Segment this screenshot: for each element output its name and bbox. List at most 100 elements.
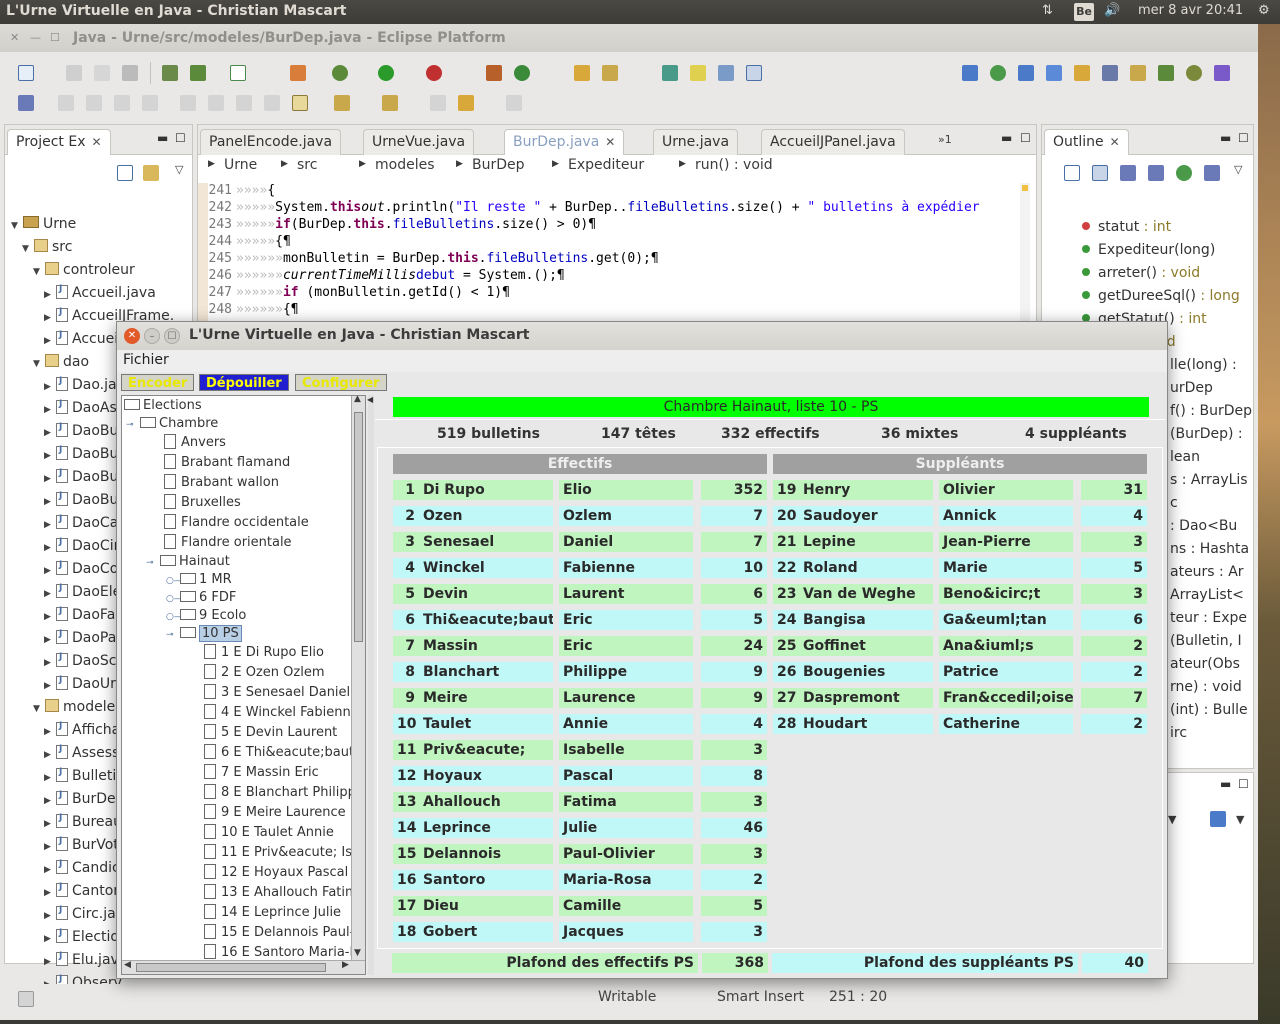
tree-node[interactable]: 4 E Winckel Fabienne [204, 704, 359, 723]
elections-tree[interactable]: Elections ⊸ Chambre Anvers Brabant flamand Br… [121, 395, 366, 975]
tree-item[interactable]: ▶ DaoCo [44, 560, 118, 584]
scroll-down-icon[interactable]: ▼ [354, 948, 361, 958]
breadcrumb-item[interactable]: src [297, 157, 317, 173]
use-step-filters-icon[interactable] [292, 95, 308, 111]
run-icon[interactable] [378, 65, 394, 81]
tree-item[interactable]: ▶ DaoBu [44, 491, 118, 515]
java-perspective-icon[interactable] [1018, 65, 1034, 81]
expand-toggle-icon[interactable]: ○— [166, 594, 183, 604]
tree-node[interactable]: 7 E Massin Eric [204, 764, 319, 783]
tree-node[interactable]: 10 E Taulet Annie [204, 824, 334, 843]
minimize-icon[interactable]: ▬ [1220, 777, 1231, 791]
scroll-right-icon[interactable]: ▶ [342, 960, 349, 970]
expanded-arrow-icon[interactable]: ▼ [33, 359, 45, 369]
team-sync-icon[interactable] [1102, 65, 1118, 81]
external-tools-icon[interactable] [426, 65, 442, 81]
tree-item[interactable]: ▼ dao [33, 354, 89, 377]
tree-item[interactable]: ▶ BurVot [44, 836, 119, 860]
java-browsing-icon[interactable] [1046, 65, 1062, 81]
outline-item[interactable]: irc [1170, 725, 1187, 748]
tree-item[interactable]: ▼ Urne [11, 216, 76, 239]
collapsed-arrow-icon[interactable]: ▶ [44, 405, 56, 415]
terminate-icon[interactable] [114, 95, 130, 111]
tree-node[interactable]: 14 E Leprince Julie [204, 904, 341, 923]
outline-item[interactable]: (int) : Bulle [1170, 702, 1248, 725]
volume-icon[interactable]: 🔊 [1104, 3, 1120, 18]
close-icon[interactable]: ✕ [91, 135, 101, 149]
maximize-icon[interactable]: ☐ [175, 131, 186, 145]
new-class-icon[interactable] [514, 65, 530, 81]
tree-item[interactable]: ▶ Assess [44, 744, 119, 768]
tab-panelencode[interactable]: PanelEncode.java [200, 129, 342, 155]
step-return-icon[interactable] [236, 95, 252, 111]
tree-node[interactable]: Brabant wallon [164, 474, 279, 493]
close-icon[interactable]: ✕ [605, 135, 615, 149]
collapsed-arrow-icon[interactable]: ▶ [44, 336, 56, 346]
outline-item[interactable]: ArrayList< [1170, 587, 1244, 610]
collapsed-arrow-icon[interactable]: ▶ [44, 934, 56, 944]
maximize-icon[interactable]: ☐ [1020, 131, 1031, 145]
tree-node[interactable]: Flandre occidentale [164, 514, 309, 533]
checkbox-icon[interactable] [230, 65, 246, 81]
outline-item[interactable]: : Dao<Bu [1170, 518, 1237, 541]
forward-icon[interactable] [506, 95, 522, 111]
last-edit-icon[interactable] [430, 95, 446, 111]
collapsed-arrow-icon[interactable]: ▶ [44, 451, 56, 461]
tree-item[interactable]: ▶ Electio [44, 928, 119, 952]
tree-node[interactable]: 12 E Hoyaux Pascal [204, 864, 348, 883]
tree-item[interactable]: ▶ Accueil.java [44, 284, 156, 308]
tree-node[interactable]: ○— 1 MR [166, 572, 232, 591]
outline-item[interactable]: arreter() : void [1082, 265, 1200, 288]
maximize-icon[interactable]: ☐ [1238, 131, 1249, 145]
plugin-perspective-icon[interactable] [1214, 65, 1230, 81]
tree-item[interactable]: ▶ DaoCa [44, 514, 118, 538]
tree-node[interactable]: Flandre orientale [164, 534, 292, 553]
tree-node[interactable]: 6 E Thi&eacute;baut [204, 744, 354, 763]
expand-toggle-icon[interactable]: ○— [166, 612, 183, 622]
outline-item[interactable]: ateur(Obs [1170, 656, 1240, 679]
show-whitespace-icon[interactable] [746, 65, 762, 81]
link-with-editor-icon[interactable] [143, 165, 159, 181]
tab-package-explorer[interactable]: Project Ex ✕ [7, 129, 111, 155]
tree-item[interactable]: ▶ Afficha [44, 721, 120, 745]
resource-perspective-icon[interactable] [1074, 65, 1090, 81]
debug-perspective-icon[interactable] [1158, 65, 1174, 81]
hide-static-icon[interactable] [1148, 165, 1164, 181]
tree-node[interactable]: Elections [124, 398, 202, 417]
hide-nonpublic-icon[interactable] [1176, 165, 1192, 181]
expanded-arrow-icon[interactable]: ▼ [33, 267, 45, 277]
tree-item[interactable]: ▼ modeles [33, 699, 123, 722]
expanded-arrow-icon[interactable]: ▼ [22, 244, 34, 254]
step-into-icon[interactable] [180, 95, 196, 111]
tree-node[interactable]: ⊸ 10 PS [166, 625, 242, 645]
expand-toggle-icon[interactable]: ⊸ [146, 558, 160, 568]
print-icon[interactable] [122, 65, 138, 81]
tree-item[interactable]: ▶ DaoSc [44, 652, 117, 676]
collapsed-arrow-icon[interactable]: ▶ [44, 290, 56, 300]
tree-item[interactable]: ▶ Dao.ja [44, 376, 117, 400]
more-tabs-button[interactable]: »1 [938, 133, 952, 146]
export-icon[interactable] [190, 65, 206, 81]
scroll-up-icon[interactable]: ▲ [354, 396, 361, 404]
suspend-icon[interactable] [86, 95, 102, 111]
outline-item[interactable]: Expediteur(long) [1082, 242, 1215, 265]
expand-toggle-icon[interactable]: ⊸ [166, 630, 180, 640]
tree-node[interactable]: Brabant flamand [164, 454, 290, 473]
tree-item[interactable]: ▶ DaoBu [44, 422, 118, 446]
tab-encoder[interactable]: Encoder [121, 374, 195, 391]
collapsed-arrow-icon[interactable]: ▶ [44, 497, 56, 507]
outline-item[interactable]: getDureeSql() : long [1082, 288, 1240, 311]
tree-item[interactable]: ▶ DaoBu [44, 468, 118, 492]
breadcrumb-item[interactable]: run() : void [695, 157, 773, 173]
back-icon[interactable] [458, 95, 474, 111]
collapse-all-icon[interactable] [117, 165, 133, 181]
tree-item[interactable]: ▶Circ.jav [44, 905, 124, 929]
tree-item[interactable]: ▶ Bulleti [44, 767, 116, 791]
expanded-arrow-icon[interactable]: ▼ [33, 704, 45, 714]
minimize-icon[interactable]: — [30, 31, 41, 44]
collapsed-arrow-icon[interactable]: ▶ [44, 888, 56, 898]
tree-node[interactable]: Bruxelles [164, 494, 241, 513]
network-icon[interactable]: ⇅ [1042, 3, 1053, 18]
tree-node[interactable]: ⊸ Chambre [126, 416, 218, 435]
outline-item[interactable]: ateurs : Ar [1170, 564, 1244, 587]
